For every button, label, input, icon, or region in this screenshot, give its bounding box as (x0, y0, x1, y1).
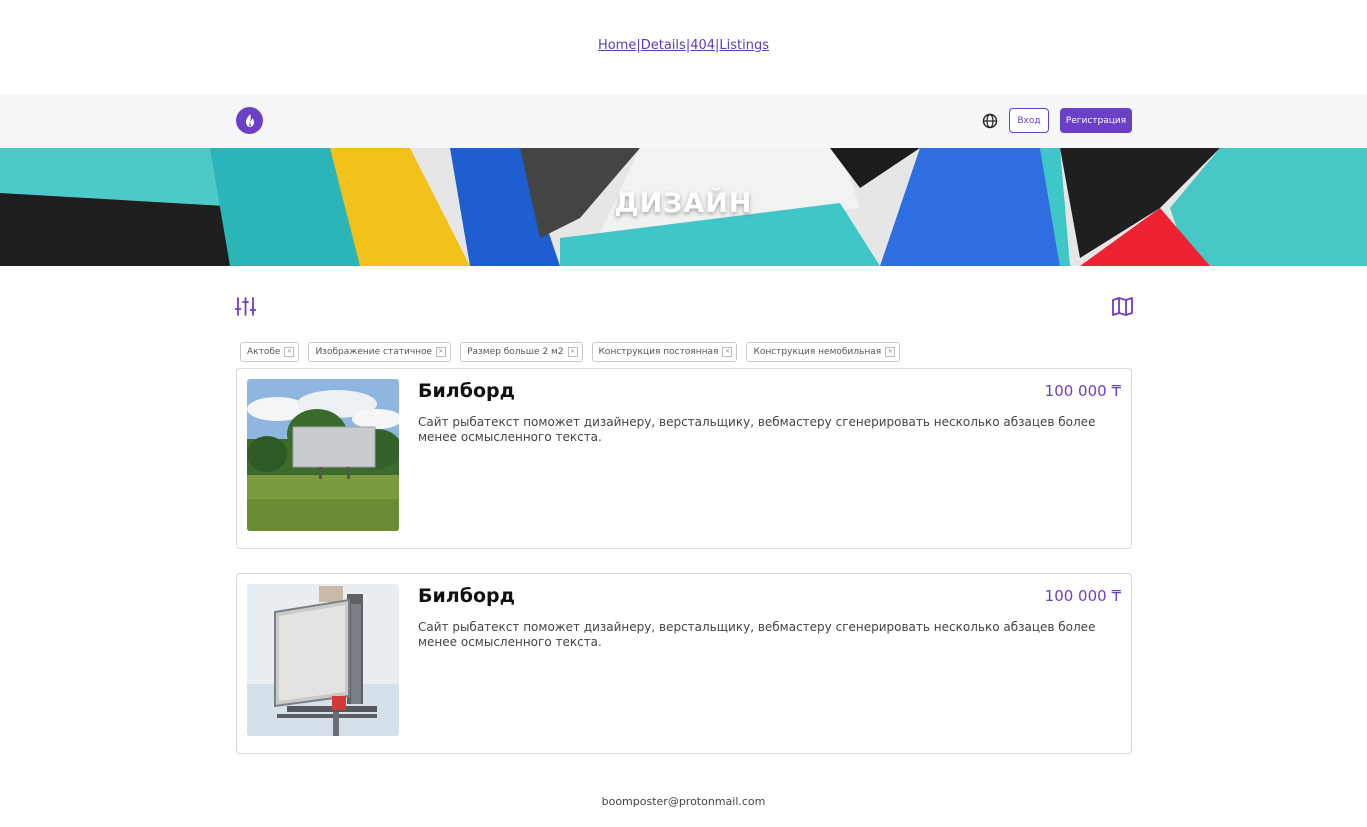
register-button[interactable]: Регистрация (1060, 108, 1132, 133)
listing-description: Сайт рыбатекст поможет дизайнеру, верста… (418, 415, 1096, 444)
nav-link-404[interactable]: 404 (690, 38, 715, 53)
listing-description: Сайт рыбатекст поможет дизайнеру, верста… (418, 620, 1096, 649)
filter-chip[interactable]: Конструкция немобильная ✕ (746, 342, 901, 362)
filter-chip[interactable]: Размер больше 2 м2 ✕ (460, 342, 583, 362)
listing-image[interactable] (247, 379, 399, 531)
flame-logo-icon[interactable] (236, 107, 263, 134)
filter-chip-label: Конструкция немобильная (753, 347, 882, 357)
sliders-icon[interactable] (235, 297, 256, 316)
close-icon[interactable]: ✕ (436, 347, 447, 357)
listing-price: 100 000 ₸ (1044, 382, 1121, 400)
listing-price: 100 000 ₸ (1044, 587, 1121, 605)
top-navigation: Home|Details|404|Listings (0, 38, 1367, 53)
filter-chip[interactable]: Конструкция постоянная ✕ (591, 342, 738, 362)
listing-card[interactable]: Билборд 100 000 ₸ Сайт рыбатекст поможет… (236, 368, 1132, 549)
close-icon[interactable]: ✕ (722, 347, 733, 357)
nav-link-listings[interactable]: Listings (719, 38, 769, 53)
close-icon[interactable]: ✕ (284, 347, 295, 357)
footer-email[interactable]: boomposter@protonmail.com (0, 795, 1367, 808)
filter-chip-label: Размер больше 2 м2 (467, 347, 564, 357)
globe-icon[interactable] (982, 113, 998, 129)
filter-chip[interactable]: Актобе ✕ (240, 342, 300, 362)
listing-title[interactable]: Билборд (418, 585, 515, 607)
login-button[interactable]: Вход (1009, 108, 1049, 133)
filter-chip-label: Актобе (247, 347, 281, 357)
listing-title[interactable]: Билборд (418, 380, 515, 402)
site-header: Вход Регистрация (0, 95, 1367, 148)
listing-card[interactable]: Билборд 100 000 ₸ Сайт рыбатекст поможет… (236, 573, 1132, 754)
filter-chip-label: Конструкция постоянная (598, 347, 719, 357)
hero-banner: ДИЗАЙН (0, 148, 1367, 266)
listing-image[interactable] (247, 584, 399, 736)
close-icon[interactable]: ✕ (885, 347, 896, 357)
nav-link-details[interactable]: Details (641, 38, 686, 53)
active-filters: Актобе ✕ Изображение статичное ✕ Размер бо… (240, 342, 901, 362)
filter-chip-label: Изображение статичное (315, 347, 433, 357)
page-title: ДИЗАЙН (614, 188, 753, 219)
nav-link-home[interactable]: Home (598, 38, 636, 53)
close-icon[interactable]: ✕ (567, 347, 578, 357)
filter-chip[interactable]: Изображение статичное ✕ (308, 342, 452, 362)
map-icon[interactable] (1112, 297, 1133, 316)
